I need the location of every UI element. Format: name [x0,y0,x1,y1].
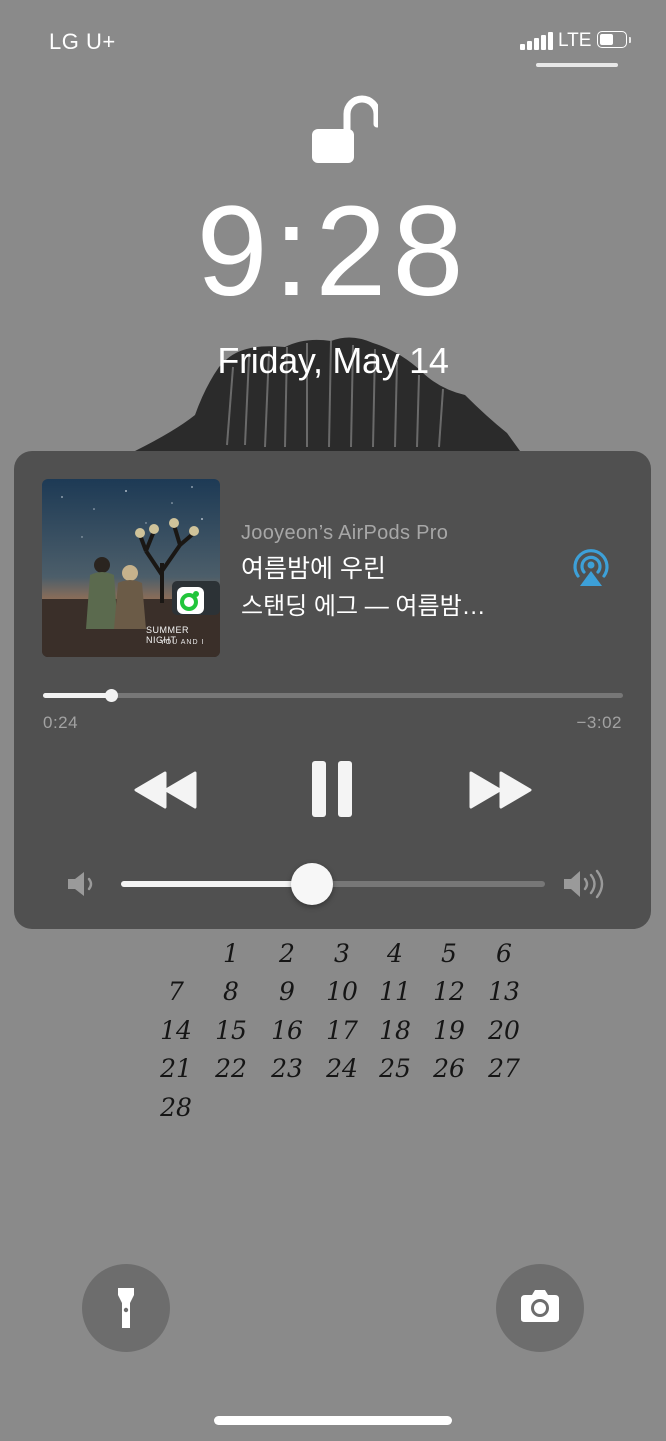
pause-icon[interactable] [310,759,354,819]
cellular-signal-icon [520,32,554,50]
music-app-badge-icon [177,587,204,614]
lock-screen: { "status_bar": { "carrier": "LG U+", "n… [0,0,666,1441]
calendar-day: 21 [160,1054,192,1083]
calendar-day: 6 [496,939,512,968]
playback-scrubber-knob[interactable] [104,689,118,702]
network-type: LTE [558,30,592,51]
calendar-day: 22 [215,1054,247,1083]
calendar-day: 19 [433,1016,465,1045]
flashlight-button[interactable] [82,1264,170,1352]
lock-screen-date: Friday, May 14 [217,340,449,381]
calendar-day: 28 [160,1093,192,1122]
calendar-day: 9 [279,977,295,1006]
calendar-day: 2 [279,939,295,968]
speaker-high-icon [564,869,604,899]
output-device-name: Jooyeon’s AirPods Pro [241,522,449,544]
home-indicator[interactable] [214,1416,452,1425]
song-artist-album: 스탠딩 에그 — 여름밤… [241,593,486,620]
calendar-day: 1 [223,939,239,968]
calendar-day: 8 [223,977,239,1006]
control-center-indicator[interactable] [536,63,618,67]
calendar-day: 5 [441,939,457,968]
album-artwork[interactable]: SUMMER NIGHT YOU AND I [42,479,220,657]
rewind-icon[interactable] [134,769,198,811]
song-title: 여름밤에 우린 [241,555,386,583]
calendar-day: 18 [379,1016,411,1045]
elapsed-time: 0:24 [43,713,79,732]
camera-icon [521,1290,559,1322]
calendar-day: 16 [271,1016,303,1045]
unlocked-padlock-icon [312,95,378,163]
calendar-day: 14 [160,1016,192,1045]
calendar-day: 3 [334,939,350,968]
artwork-subtext: YOU AND I [160,639,205,646]
calendar-day: 20 [488,1016,520,1045]
calendar-day: 4 [387,939,403,968]
fast-forward-icon[interactable] [468,769,532,811]
calendar-day: 13 [488,977,520,1006]
remaining-time: −3:02 [576,713,622,732]
calendar-day: 11 [379,977,411,1006]
now-playing-widget[interactable]: SUMMER NIGHT YOU AND I Jooyeon’s AirPods… [14,451,651,929]
playback-progress-fill [43,693,111,698]
calendar-day: 24 [326,1054,358,1083]
calendar-day: 17 [326,1016,358,1045]
calendar-day: 7 [168,977,184,1006]
playback-scrubber[interactable] [43,689,623,702]
volume-level-fill [121,881,312,887]
battery-icon [597,31,633,50]
volume-slider[interactable] [121,863,545,905]
flashlight-icon [118,1288,134,1328]
speaker-low-icon [68,872,93,896]
calendar-day: 26 [433,1054,465,1083]
calendar-day: 15 [215,1016,247,1045]
carrier-name: LG U+ [49,29,116,54]
calendar-day: 10 [326,977,358,1006]
lock-screen-time: 9:28 [196,180,470,323]
calendar-day: 27 [488,1054,520,1083]
calendar-day: 25 [379,1054,411,1083]
calendar-day: 12 [433,977,465,1006]
calendar-day: 23 [271,1054,303,1083]
camera-button[interactable] [496,1264,584,1352]
airplay-audio-icon[interactable] [569,548,613,588]
volume-slider-knob[interactable] [290,863,333,905]
